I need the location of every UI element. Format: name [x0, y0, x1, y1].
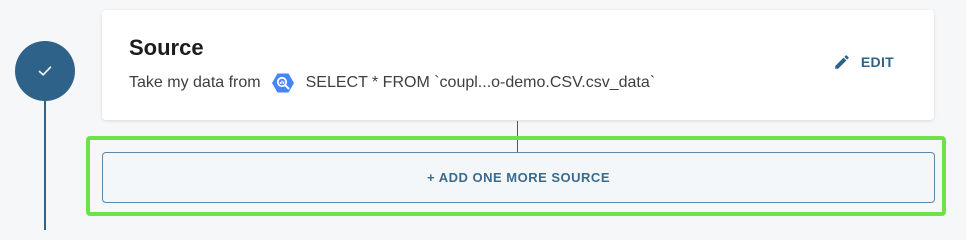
- add-one-more-source-button[interactable]: + ADD ONE MORE SOURCE: [102, 152, 935, 203]
- bigquery-icon: [271, 73, 294, 93]
- step-complete-indicator: [15, 41, 75, 101]
- pencil-icon: [835, 55, 849, 69]
- source-card: Source Take my data from SELECT * FROM `…: [102, 10, 934, 120]
- edit-button-label: EDIT: [860, 54, 894, 70]
- source-description: Take my data from SELECT * FROM `coupl..…: [129, 71, 655, 95]
- source-description-prefix: Take my data from: [129, 74, 261, 91]
- check-icon: [38, 66, 52, 76]
- source-query-text: SELECT * FROM `coupl...o-demo.CSV.csv_da…: [305, 74, 656, 91]
- edit-source-button[interactable]: EDIT: [833, 53, 894, 71]
- source-card-title: Source: [129, 35, 204, 60]
- add-source-label: + ADD ONE MORE SOURCE: [426, 170, 610, 185]
